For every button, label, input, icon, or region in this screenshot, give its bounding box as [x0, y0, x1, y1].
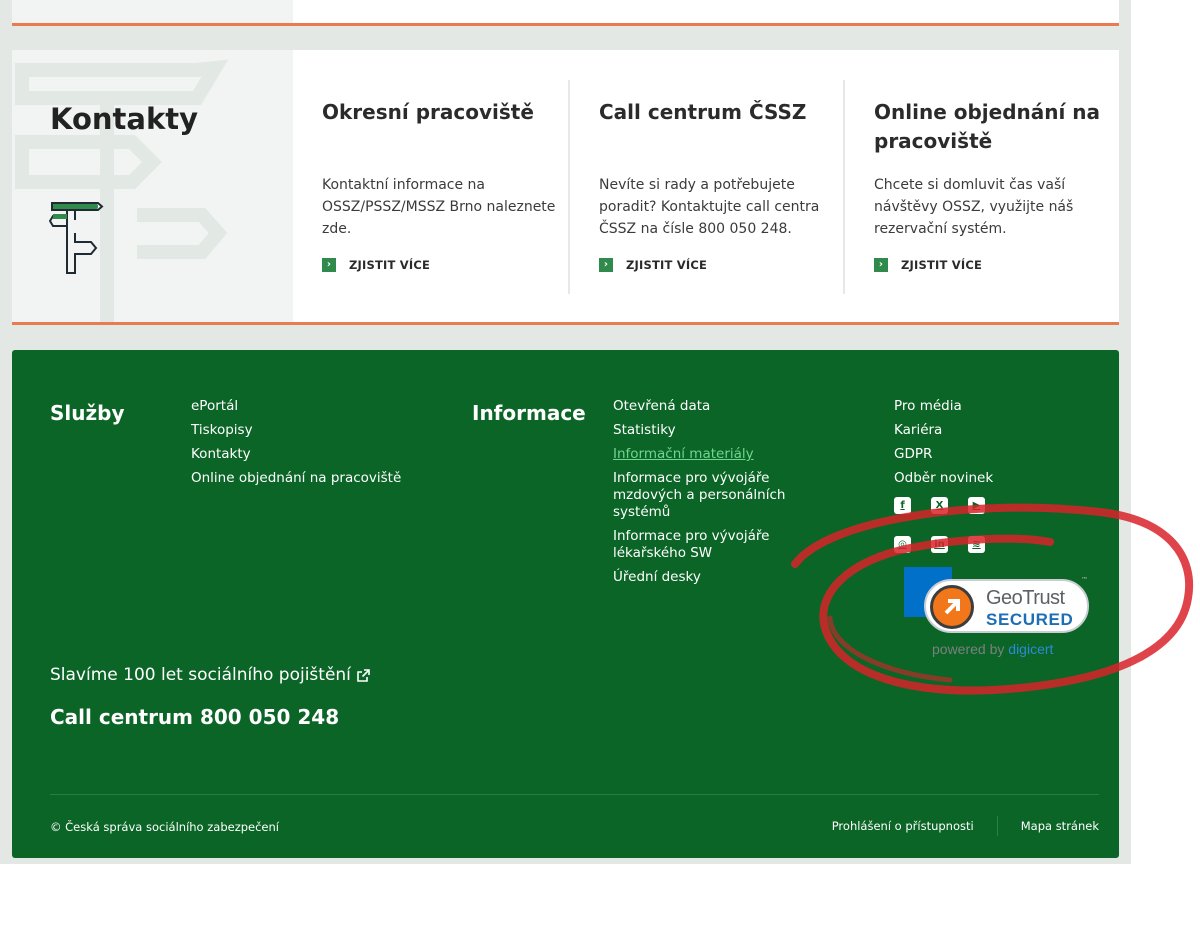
more-link-label: ZJISTIT VÍCE — [349, 258, 431, 272]
footer-link-tiskopisy[interactable]: Tiskopisy — [191, 422, 253, 438]
linkedin-icon[interactable]: in — [931, 536, 948, 553]
callcentrum-more-link[interactable]: › ZJISTIT VÍCE — [599, 258, 707, 272]
footer-link-kontakty[interactable]: Kontakty — [191, 446, 251, 462]
digicert-brand: digicert — [1008, 641, 1054, 657]
contact-column-okresni: Okresní pracoviště Kontaktní informace n… — [293, 80, 568, 294]
contact-column-callcentrum: Call centrum ČSSZ Nevíte si rady a potře… — [568, 80, 843, 294]
okresni-more-link[interactable]: › ZJISTIT VÍCE — [322, 258, 430, 272]
footer-divider — [50, 794, 1099, 795]
x-icon[interactable]: X — [931, 497, 948, 514]
sluzby-links: ePortál Tiskopisy Kontakty Online objedn… — [191, 398, 401, 494]
copyright: © Česká správa sociálního zabezpečení — [50, 820, 279, 834]
sluzby-heading: Služby — [50, 401, 125, 425]
call-center-number: Call centrum 800 050 248 — [50, 705, 340, 729]
chevron-right-icon: › — [874, 258, 888, 272]
contacts-card: Kontakty Okresní pracoviště Kontaktní in… — [12, 50, 1119, 325]
geotrust-pill: GeoTrust SECURED — [924, 579, 1089, 633]
geotrust-name: GeoTrust — [986, 587, 1065, 609]
signpost-icon — [49, 202, 104, 274]
informace-heading: Informace — [472, 401, 586, 425]
accessibility-statement-link[interactable]: Prohlášení o přístupnosti — [832, 819, 974, 833]
chevron-right-icon: › — [322, 258, 336, 272]
footer-link-vyvojari-lekarskeho[interactable]: Informace pro vývojáře lékařského SW — [613, 528, 770, 561]
bottom-links-separator — [996, 816, 998, 836]
footer-link-kariera[interactable]: Kariéra — [894, 422, 942, 438]
facebook-icon[interactable]: f — [894, 497, 911, 514]
contact-column-title: Online objednání na pracoviště — [874, 100, 1101, 153]
footer-link-odber-novinek[interactable]: Odběr novinek — [894, 470, 993, 486]
geotrust-secured: SECURED — [986, 610, 1074, 629]
previous-section-card — [12, 0, 1119, 26]
more-link-label: ZJISTIT VÍCE — [626, 258, 708, 272]
footer-link-eportal[interactable]: ePortál — [191, 398, 238, 414]
geotrust-seal[interactable]: GeoTrust SECURED ™ powered by digicert — [900, 566, 1095, 661]
informace-links: Otevřená data Statistiky Informační mate… — [613, 398, 803, 593]
social-row-2: ◎ in ≋ — [894, 536, 985, 553]
geotrust-powered-by: powered by digicert — [932, 641, 1053, 657]
footer-link-gdpr[interactable]: GDPR — [894, 446, 932, 462]
footer-link-pro-media[interactable]: Pro média — [894, 398, 962, 414]
other-links: Pro média Kariéra GDPR Odběr novinek — [894, 398, 993, 494]
contact-column-online: Online objednání na pracoviště Chcete si… — [843, 80, 1118, 294]
signpost-watermark — [15, 59, 229, 322]
online-more-link[interactable]: › ZJISTIT VÍCE — [874, 258, 982, 272]
footer-link-vyvojari-mzdovych[interactable]: Informace pro vývojáře mzdových a person… — [613, 470, 785, 520]
footer-link-otevrena-data[interactable]: Otevřená data — [613, 398, 710, 414]
contacts-heading: Kontakty — [50, 102, 199, 136]
contact-column-title: Call centrum ČSSZ — [599, 100, 807, 124]
contact-column-text: Chcete si domluvit čas vaší návštěvy OSS… — [874, 177, 1074, 237]
footer-link-online-objednani[interactable]: Online objednání na pracoviště — [191, 470, 401, 486]
footer-link-statistiky[interactable]: Statistiky — [613, 422, 676, 438]
contact-column-text: Nevíte si rady a potřebujete poradit? Ko… — [599, 177, 820, 237]
contacts-intro-panel: Kontakty — [12, 50, 293, 322]
contact-column-text: Kontaktní informace na OSSZ/PSSZ/MSSZ Br… — [322, 177, 556, 237]
celebrate-100-years-link[interactable]: Slavíme 100 let sociálního pojištění — [50, 665, 370, 685]
rss-icon[interactable]: ≋ — [968, 536, 985, 553]
youtube-icon[interactable]: ▶ — [968, 497, 985, 514]
footer-link-uredni-desky[interactable]: Úřední desky — [613, 569, 701, 585]
powered-by-label: powered by — [932, 641, 1009, 657]
more-link-label: ZJISTIT VÍCE — [901, 258, 983, 272]
chevron-right-icon: › — [599, 258, 613, 272]
previous-section-shade — [12, 0, 293, 23]
footer-bottom-links: Prohlášení o přístupnosti Mapa stránek — [832, 816, 1099, 836]
geotrust-check-icon — [930, 585, 974, 629]
sitemap-link[interactable]: Mapa stránek — [1021, 819, 1099, 833]
instagram-icon[interactable]: ◎ — [894, 536, 911, 553]
social-row-1: f X ▶ — [894, 497, 985, 514]
footer-link-informacni-materialy[interactable]: Informační materiály — [613, 446, 754, 462]
contact-column-title: Okresní pracoviště — [322, 100, 534, 124]
celebrate-label: Slavíme 100 let sociálního pojištění — [50, 665, 351, 685]
external-link-icon — [357, 668, 370, 682]
geotrust-trademark: ™ — [1081, 576, 1088, 584]
